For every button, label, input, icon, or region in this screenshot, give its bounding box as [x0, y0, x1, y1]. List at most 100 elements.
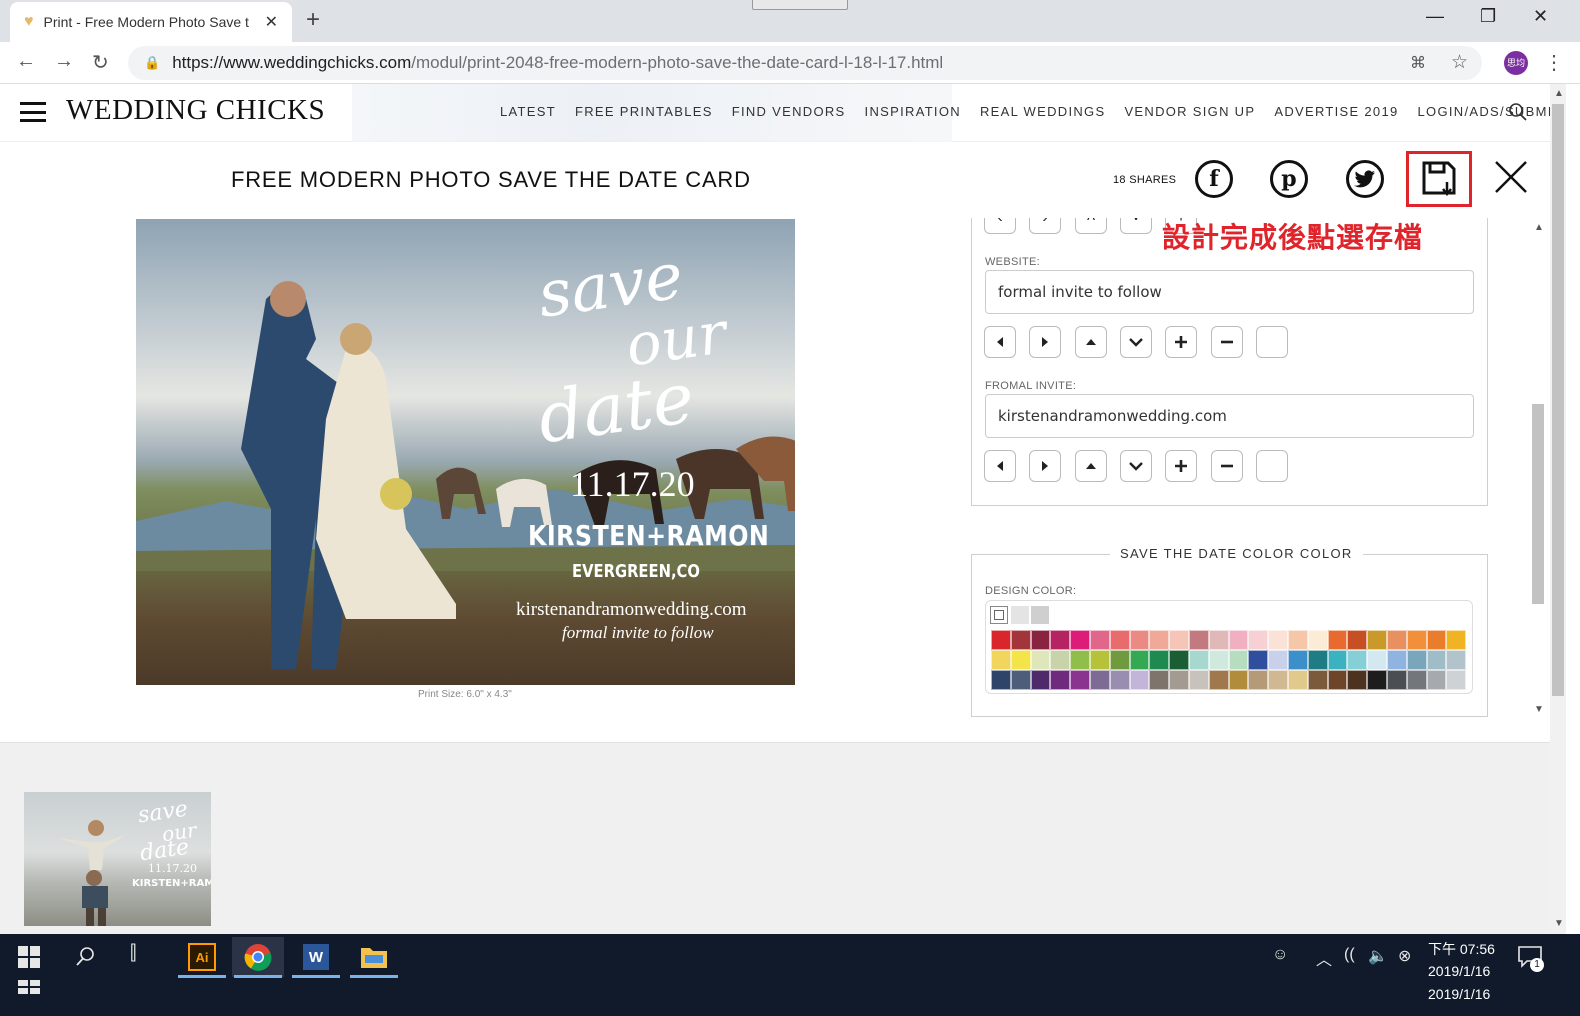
color-swatch[interactable] — [1386, 650, 1407, 670]
page-scroll-down-icon[interactable]: ▼ — [1554, 918, 1564, 929]
move-right-button[interactable]: › — [1029, 218, 1061, 234]
color-swatch[interactable] — [1367, 670, 1387, 690]
site-logo[interactable]: WEDDING CHICKS — [66, 94, 325, 127]
forward-arrow-icon[interactable]: → — [54, 50, 74, 73]
color-swatch[interactable] — [1446, 630, 1467, 650]
color-swatch[interactable] — [1248, 650, 1269, 670]
move-left-button[interactable]: ‹ — [984, 218, 1016, 234]
address-bar[interactable]: 🔒 https://www.weddingchicks.com/modul/pr… — [128, 46, 1482, 80]
color-swatch[interactable] — [1446, 670, 1467, 690]
color-swatch[interactable] — [1307, 650, 1328, 670]
translate-icon[interactable]: ⌘ — [1410, 53, 1426, 73]
twitter-icon[interactable] — [1346, 160, 1384, 198]
editor-scroll-thumb[interactable] — [1532, 404, 1544, 604]
color-swatch[interactable] — [1307, 630, 1328, 650]
taskbar-clock[interactable]: 下午 07:56 2019/1/16 — [1428, 938, 1495, 982]
color-swatch[interactable] — [1070, 670, 1090, 690]
color-swatch[interactable] — [1287, 650, 1308, 670]
color-swatch[interactable] — [1188, 630, 1209, 650]
taskbar-illustrator[interactable]: Ai — [176, 937, 228, 977]
color-swatch[interactable] — [1347, 650, 1368, 670]
color-swatch[interactable] — [1268, 670, 1288, 690]
color-swatch[interactable] — [1426, 670, 1447, 690]
close-print-icon[interactable] — [1494, 160, 1528, 194]
hamburger-menu-icon[interactable] — [20, 102, 46, 122]
nav-vendor-sign-up[interactable]: VENDOR SIGN UP — [1124, 104, 1255, 119]
browser-tab[interactable]: ♥ Print - Free Modern Photo Save the Dat… — [10, 2, 292, 42]
facebook-icon[interactable]: f — [1195, 160, 1233, 198]
size-increase-button[interactable] — [1165, 326, 1197, 358]
profile-avatar[interactable]: 思均 — [1504, 51, 1528, 75]
move-down-button[interactable]: ˅ — [1120, 218, 1152, 234]
color-swatch[interactable] — [1129, 650, 1150, 670]
color-swatch[interactable] — [1228, 650, 1249, 670]
color-swatch[interactable] — [1347, 670, 1368, 690]
color-swatch[interactable] — [1050, 630, 1071, 650]
color-swatch[interactable] — [991, 650, 1011, 670]
size-decrease-button[interactable] — [1211, 326, 1243, 358]
text-color-button[interactable] — [1256, 450, 1288, 482]
color-swatch[interactable] — [1327, 650, 1348, 670]
back-arrow-icon[interactable]: ← — [16, 50, 36, 73]
color-swatch[interactable] — [1129, 670, 1150, 690]
color-swatch[interactable] — [1248, 670, 1269, 690]
size-increase-button[interactable] — [1165, 450, 1197, 482]
color-swatch[interactable] — [1327, 670, 1348, 690]
color-swatch[interactable] — [1406, 670, 1427, 690]
color-swatch[interactable] — [1347, 630, 1368, 650]
color-swatch[interactable] — [1070, 650, 1090, 670]
color-swatch[interactable] — [1070, 630, 1090, 650]
swatch-gray[interactable] — [1031, 606, 1049, 624]
swatch-none[interactable] — [990, 606, 1008, 624]
color-swatch[interactable] — [1089, 670, 1110, 690]
color-swatch[interactable] — [1169, 650, 1189, 670]
color-swatch[interactable] — [1406, 630, 1427, 650]
taskbar-chrome[interactable] — [232, 937, 284, 977]
color-swatch[interactable] — [991, 670, 1011, 690]
nav-find-vendors[interactable]: FIND VENDORS — [732, 104, 846, 119]
color-swatch[interactable] — [1030, 630, 1051, 650]
alternate-design-thumbnail[interactable]: save our date 11.17.20 KIRSTEN+RAMON — [24, 792, 211, 926]
nav-advertise[interactable]: ADVERTISE 2019 — [1274, 104, 1398, 119]
invite-input[interactable]: kirstenandramonwedding.com — [985, 394, 1474, 438]
scroll-down-arrow-icon[interactable]: ▼ — [1534, 704, 1544, 715]
website-input[interactable]: formal invite to follow — [985, 270, 1474, 314]
color-swatch[interactable] — [1149, 650, 1170, 670]
color-swatch[interactable] — [1386, 670, 1407, 690]
color-swatch[interactable] — [1188, 650, 1209, 670]
network-error-icon[interactable]: ⊗ — [1398, 946, 1411, 966]
color-swatch[interactable] — [1228, 630, 1249, 650]
tray-chevron-up-icon[interactable]: ︿ — [1316, 946, 1332, 970]
color-swatch[interactable] — [1426, 630, 1447, 650]
color-swatch[interactable] — [1386, 630, 1407, 650]
color-swatch[interactable] — [1208, 630, 1229, 650]
scroll-up-arrow-icon[interactable]: ▲ — [1534, 222, 1544, 233]
color-swatch[interactable] — [1089, 650, 1110, 670]
color-swatch[interactable] — [1367, 630, 1387, 650]
save-file-button[interactable] — [1406, 151, 1472, 207]
color-swatch[interactable] — [1030, 650, 1051, 670]
move-up-button[interactable]: ˄ — [1075, 218, 1107, 234]
move-right-button[interactable] — [1029, 450, 1061, 482]
color-swatch[interactable] — [1109, 630, 1130, 650]
color-swatch[interactable] — [1228, 670, 1249, 690]
people-icon[interactable]: ☺ — [1272, 946, 1288, 964]
color-swatch[interactable] — [1307, 670, 1328, 690]
move-left-button[interactable] — [984, 326, 1016, 358]
move-up-button[interactable] — [1075, 326, 1107, 358]
color-swatch[interactable] — [1367, 650, 1387, 670]
color-swatch[interactable] — [1129, 630, 1150, 650]
color-swatch[interactable] — [991, 630, 1011, 650]
windows-start-icon[interactable] — [18, 946, 40, 968]
nav-latest[interactable]: LATEST — [500, 104, 556, 119]
tab-close-icon[interactable]: ✕ — [265, 12, 278, 32]
color-swatch[interactable] — [1010, 630, 1031, 650]
taskbar-word[interactable]: W — [290, 937, 342, 977]
restore-icon[interactable]: ❐ — [1480, 6, 1496, 27]
color-swatch[interactable] — [1406, 650, 1427, 670]
color-swatch[interactable] — [1089, 630, 1110, 650]
window-close-icon[interactable]: ✕ — [1533, 6, 1548, 27]
browser-menu-icon[interactable]: ⋮ — [1544, 50, 1564, 75]
nav-inspiration[interactable]: INSPIRATION — [865, 104, 961, 119]
minimize-icon[interactable]: — — [1426, 6, 1444, 27]
